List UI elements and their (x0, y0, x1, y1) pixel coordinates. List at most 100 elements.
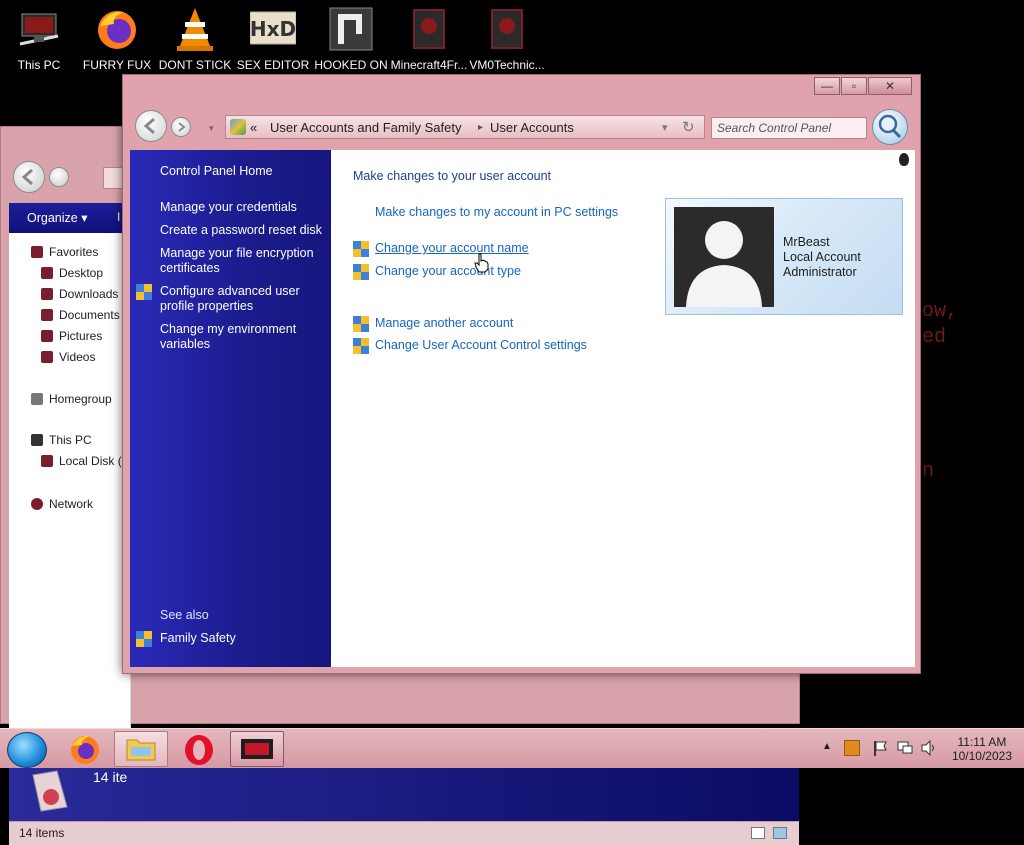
nav-item-favorites[interactable]: Favorites (31, 245, 98, 259)
show-hidden-icons-button[interactable]: ▲ (822, 741, 832, 752)
taskbar-opera[interactable] (172, 731, 226, 767)
uac-shield-icon (353, 241, 369, 257)
caption-buttons: — ▫ ✕ (813, 77, 912, 95)
vlc-cone-icon (172, 6, 218, 52)
shortcut-icon (484, 6, 530, 52)
start-button[interactable] (7, 732, 47, 768)
breadcrumb-separator[interactable]: ▸ (478, 122, 483, 133)
desktop-icon-vm0technic[interactable]: VM0Technic... (468, 6, 546, 72)
organize-label: Organize (27, 211, 78, 225)
nav-item-desktop[interactable]: Desktop (41, 266, 103, 280)
desktop-icon-furry-fux[interactable]: FURRY FUX (78, 6, 156, 72)
avatar (674, 207, 774, 307)
nav-item-local-disk[interactable]: Local Disk (C: (41, 454, 134, 468)
downloads-folder-icon (41, 288, 53, 300)
desktop-icon-label: FURRY FUX (82, 58, 152, 72)
breadcrumb-overflow[interactable]: « (250, 120, 257, 135)
firefox-icon (71, 735, 99, 764)
back-arrow-icon (143, 117, 155, 135)
page-heading: Make changes to your user account (353, 169, 552, 183)
forward-button[interactable] (49, 167, 69, 187)
app-icon (241, 739, 273, 759)
volume-icon[interactable] (920, 739, 938, 760)
folder-thumbnail-icon (27, 767, 71, 815)
address-bar[interactable]: « User Accounts and Family Safety ▸ User… (225, 115, 705, 139)
recent-pages-dropdown[interactable]: ▾ (209, 123, 214, 134)
system-clock[interactable]: 11:11 AM 10/10/2023 (952, 735, 1012, 763)
environment-variables-link[interactable]: Change my environment variables (160, 322, 330, 352)
refresh-icon[interactable]: ↻ (682, 118, 695, 136)
documents-folder-icon (41, 309, 53, 321)
desktop-icon-label: Minecraft4Fr... (390, 58, 468, 72)
uac-shield-icon (353, 316, 369, 332)
breadcrumb-parent[interactable]: User Accounts and Family Safety (270, 120, 461, 135)
password-reset-disk-link[interactable]: Create a password reset disk (160, 223, 330, 238)
forward-button[interactable] (171, 117, 191, 137)
change-account-name-link[interactable]: Change your account name (375, 241, 529, 255)
large-icons-view-icon[interactable] (773, 827, 787, 839)
nav-item-downloads[interactable]: Downloads (41, 287, 118, 301)
advanced-profile-link[interactable]: Configure advanced user profile properti… (160, 284, 330, 314)
network-icon (31, 498, 43, 510)
back-button[interactable] (135, 110, 167, 142)
navigation-pane: Favorites Desktop Downloads Documents Pi… (9, 233, 134, 733)
app-icon (328, 6, 374, 52)
breadcrumb-current[interactable]: User Accounts (490, 120, 574, 135)
action-center-flag-icon[interactable] (872, 739, 890, 760)
user-name: MrBeast (783, 235, 830, 249)
details-item-count: 14 ite (93, 769, 128, 785)
toolbar-partial-label[interactable]: I (117, 210, 120, 224)
chevron-down-icon[interactable]: ▾ (662, 121, 668, 134)
nav-item-network[interactable]: Network (31, 497, 93, 511)
manage-another-account-link[interactable]: Manage another account (375, 316, 513, 330)
network-icon[interactable] (896, 739, 914, 760)
forward-arrow-icon (178, 122, 186, 132)
taskbar-firefox[interactable] (58, 731, 112, 767)
close-button[interactable]: ✕ (868, 77, 912, 95)
desktop-icon-label: DONT STICK (158, 58, 232, 72)
search-icon (878, 114, 902, 139)
desktop-icon-hooked-on[interactable]: HOOKED ON (312, 6, 390, 72)
computer-icon (31, 434, 43, 446)
taskbar-file-explorer[interactable] (114, 731, 168, 767)
desktop-icon-this-pc[interactable]: This PC (0, 6, 78, 72)
back-button[interactable] (13, 161, 45, 193)
change-account-type-link[interactable]: Change your account type (375, 264, 521, 278)
nav-item-homegroup[interactable]: Homegroup (31, 392, 112, 406)
opera-icon (185, 735, 213, 765)
search-input[interactable]: Search Control Panel (711, 117, 867, 139)
pc-settings-link[interactable]: Make changes to my account in PC setting… (375, 205, 618, 219)
desktop-icon-sex-editor[interactable]: HxD SEX EDITOR (234, 6, 312, 72)
family-safety-link[interactable]: Family Safety (160, 631, 330, 646)
clock-time: 11:11 AM (957, 735, 1007, 749)
minimize-button[interactable]: — (814, 77, 840, 95)
desktop-icon-dont-stick[interactable]: DONT STICK (156, 6, 234, 72)
hxd-icon: HxD (249, 6, 297, 52)
search-button[interactable] (872, 109, 908, 145)
alienware-head-icon (899, 153, 909, 166)
uac-settings-link[interactable]: Change User Account Control settings (375, 338, 587, 352)
desktop-icon-minecraft[interactable]: Minecraft4Fr... (390, 6, 468, 72)
main-content: Make changes to your user account Make c… (331, 150, 915, 667)
file-encryption-link[interactable]: Manage your file encryption certificates (160, 246, 330, 276)
control-panel-home-link[interactable]: Control Panel Home (160, 164, 330, 179)
taskbar: ▲ 11:11 AM 10/10/2023 (0, 728, 1024, 768)
tray-app-icon[interactable] (844, 740, 860, 756)
task-pane: Control Panel Home Manage your credentia… (130, 150, 331, 667)
nav-item-pictures[interactable]: Pictures (41, 329, 102, 343)
organize-button[interactable]: Organize ▾ (27, 210, 88, 225)
nav-item-documents[interactable]: Documents (41, 308, 120, 322)
nav-item-this-pc[interactable]: This PC (31, 433, 92, 447)
uac-shield-icon (353, 338, 369, 354)
manage-credentials-link[interactable]: Manage your credentials (160, 200, 330, 215)
nav-item-videos[interactable]: Videos (41, 350, 95, 364)
folder-icon (126, 739, 156, 761)
see-also-heading: See also (160, 608, 209, 622)
details-view-icon[interactable] (751, 827, 765, 839)
taskbar-active-app[interactable] (230, 731, 284, 767)
maximize-button[interactable]: ▫ (841, 77, 867, 95)
star-icon (31, 246, 43, 258)
shortcut-icon (406, 6, 452, 52)
uac-shield-icon (353, 264, 369, 280)
desktop-icon-label: SEX EDITOR (236, 58, 310, 72)
